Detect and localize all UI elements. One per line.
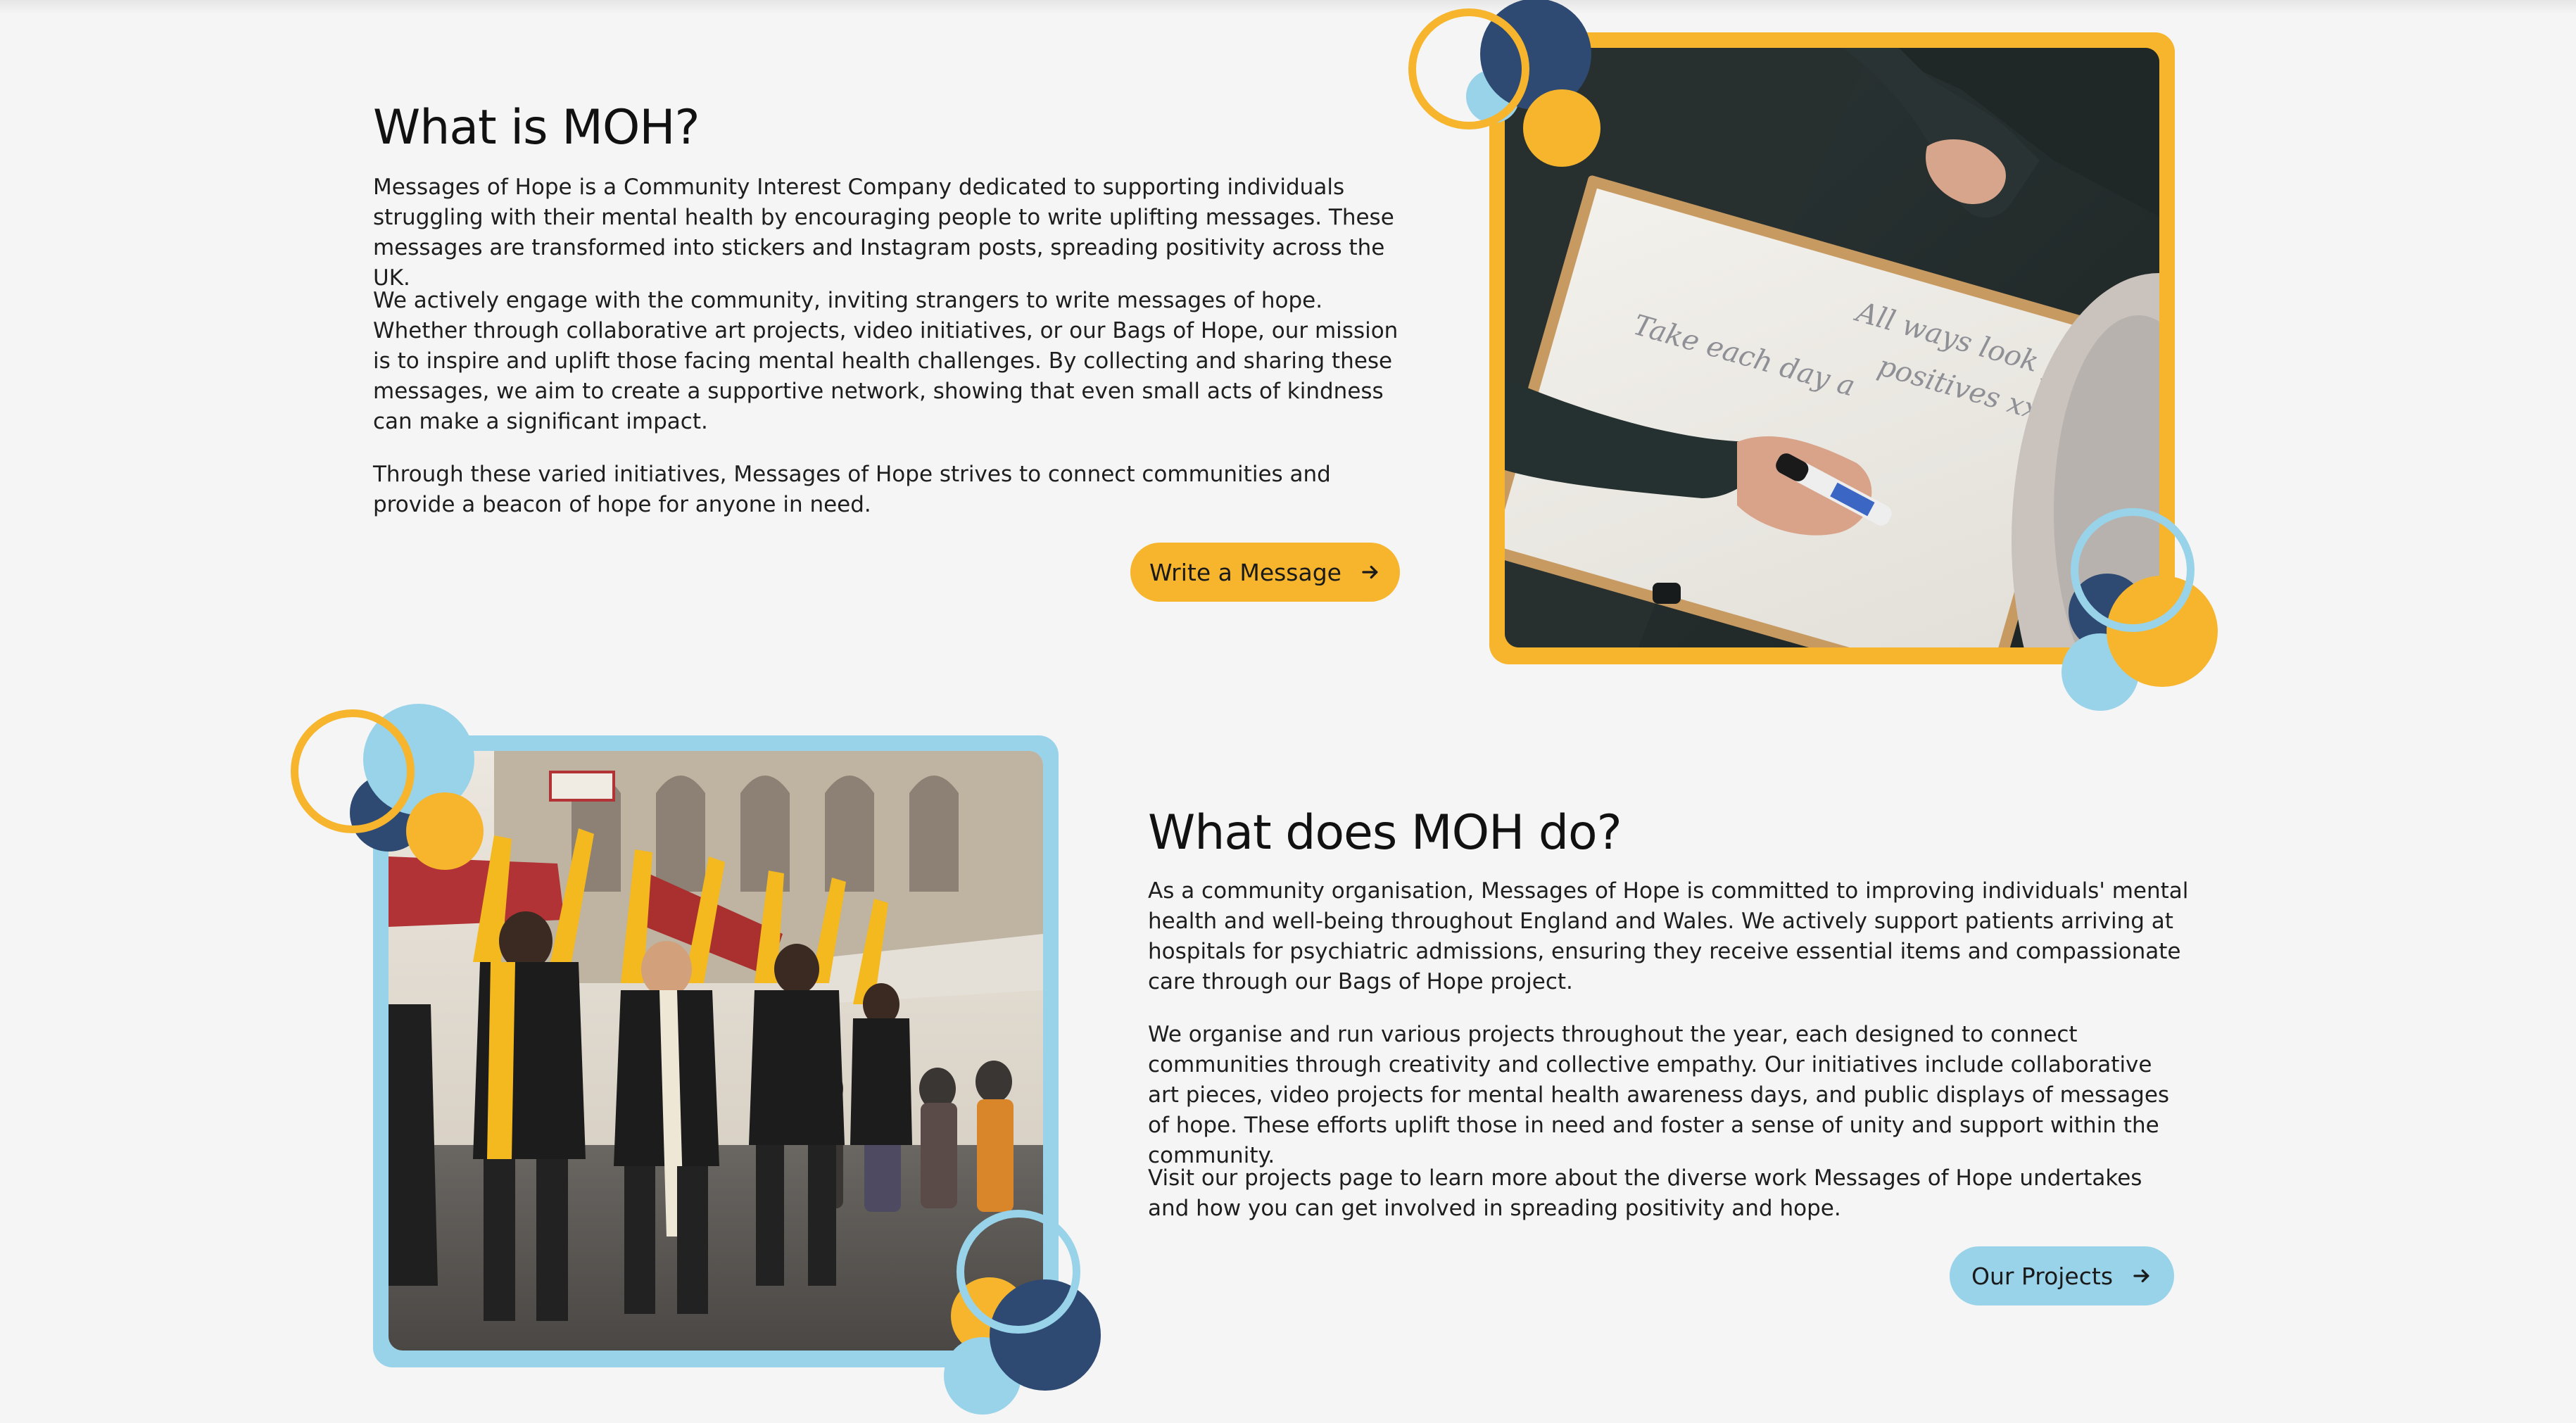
arrow-right-icon — [2131, 1265, 2152, 1286]
decor-ring-yellow — [1408, 8, 1529, 129]
our-projects-button[interactable]: Our Projects — [1950, 1246, 2174, 1305]
dancers-photo — [389, 751, 1043, 1351]
work-paragraph-2: We organise and run various projects thr… — [1148, 1022, 2170, 1168]
decor-circle-yellow — [1523, 89, 1600, 167]
whiteboard-photo: All ways look for positives xx Take each… — [1505, 48, 2159, 647]
header-shadow — [0, 0, 2576, 14]
about-paragraph-2: We actively engage with the community, i… — [373, 288, 1399, 434]
about-paragraph-3: Through these varied initiatives, Messag… — [373, 462, 1331, 517]
work-heading: What does MOH do? — [1148, 805, 1622, 861]
about-heading: What is MOH? — [373, 100, 700, 156]
write-message-label: Write a Message — [1149, 558, 1341, 586]
our-projects-label: Our Projects — [1971, 1262, 2114, 1290]
about-paragraph-1: Messages of Hope is a Community Interest… — [373, 175, 1394, 291]
write-message-button[interactable]: Write a Message — [1130, 543, 1400, 602]
work-paragraph-1: As a community organisation, Messages of… — [1148, 878, 2189, 994]
decor-circle-yellow — [406, 792, 484, 870]
dancers-illustration — [389, 751, 1043, 1351]
decor-ring-yellow — [291, 709, 415, 833]
work-paragraph-3: Visit our projects page to learn more ab… — [1148, 1165, 2142, 1221]
whiteboard-illustration: All ways look for positives xx Take each… — [1505, 48, 2159, 647]
decor-ring-light-blue — [2071, 508, 2195, 632]
arrow-right-icon — [1360, 562, 1381, 583]
decor-ring-light-blue — [956, 1210, 1080, 1334]
